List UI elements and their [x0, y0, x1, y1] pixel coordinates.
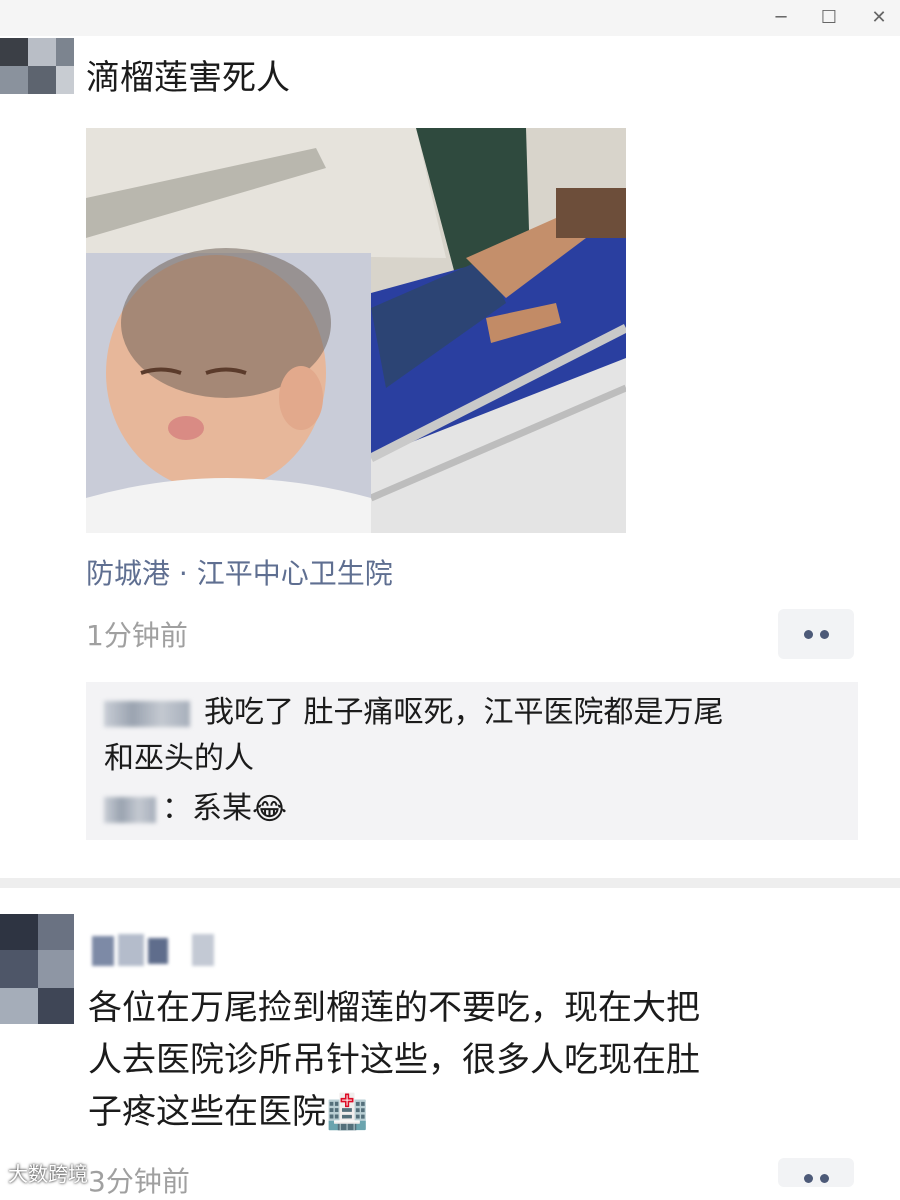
post-time: 1分钟前: [86, 619, 188, 652]
avatar[interactable]: [0, 914, 74, 1024]
post-text-segment: 子疼这些在医院: [88, 1092, 326, 1132]
comment-text: 我吃了 肚子痛呕死，江平医院都是万尾: [204, 695, 724, 730]
dot-icon: [804, 1174, 813, 1183]
post-text-line: 各位在万尾捡到榴莲的不要吃，现在大把: [88, 988, 700, 1028]
dot-icon: [804, 630, 813, 639]
window-title-bar: ─ ☐ ✕: [0, 0, 900, 36]
post-text: 滴榴莲害死人: [86, 58, 290, 98]
post-divider: [0, 878, 900, 888]
minimize-icon[interactable]: ─: [768, 6, 794, 30]
comment-continuation: 和巫头的人: [104, 741, 254, 776]
dot-icon: [820, 1174, 829, 1183]
commenter-name-blurred[interactable]: [104, 796, 156, 823]
comment: ：系某😂: [104, 786, 287, 833]
maximize-icon[interactable]: ☐: [816, 6, 842, 30]
post-photo[interactable]: [86, 128, 626, 533]
post-text-line: 人去医院诊所吊针这些，很多人吃现在肚: [88, 1040, 700, 1080]
post-time: 3分钟前: [88, 1165, 190, 1198]
avatar[interactable]: [0, 38, 74, 94]
commenter-name-blurred[interactable]: [104, 700, 190, 727]
hospital-emoji-icon: 🏥: [326, 1092, 369, 1132]
post-photo-image: [86, 128, 626, 533]
watermark: 大数跨境: [8, 1162, 88, 1186]
username-blurred[interactable]: [92, 930, 222, 968]
comment-text: ：系某: [162, 791, 252, 826]
comment-section: 我吃了 肚子痛呕死，江平医院都是万尾 和巫头的人 ：系某😂: [86, 682, 858, 840]
more-options-button[interactable]: [778, 609, 854, 659]
laughing-emoji-icon: 😂: [252, 791, 288, 827]
post-text-line: 子疼这些在医院🏥: [88, 1086, 368, 1138]
close-icon[interactable]: ✕: [866, 6, 892, 30]
dot-icon: [820, 630, 829, 639]
comment: 我吃了 肚子痛呕死，江平医院都是万尾: [104, 690, 724, 736]
more-options-button[interactable]: [778, 1158, 854, 1187]
location-link[interactable]: 防城港 · 江平中心卫生院: [86, 552, 393, 592]
